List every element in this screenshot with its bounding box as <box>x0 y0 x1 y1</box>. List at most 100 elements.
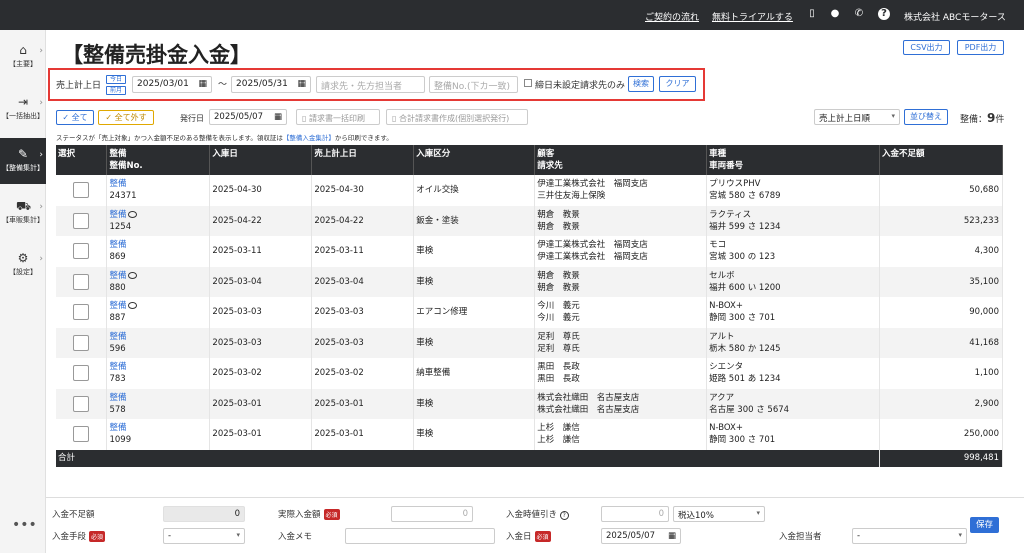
sort-select[interactable]: 売上計上日順 ▾ <box>814 109 900 125</box>
csv-export-button[interactable]: CSV出力 <box>903 40 950 55</box>
sale-date-cell: 2025-03-01 <box>311 419 415 450</box>
sidebar-item-settings[interactable]: ⚙ › 【設定】 <box>0 242 46 288</box>
row-checkbox[interactable] <box>73 334 90 351</box>
actual-amount-input[interactable]: 0 <box>391 506 473 522</box>
maintenance-no: 783 <box>109 374 126 385</box>
vehicle-model: アルト <box>709 331 735 342</box>
chevron-down-icon: ▾ <box>756 509 760 517</box>
billing-search-input[interactable]: 請求先・先方担当者 <box>316 76 425 93</box>
home-icon: ⌂ <box>19 43 27 57</box>
wrench-icon: ✎ <box>17 147 29 161</box>
phone-icon[interactable]: ✆ <box>853 8 865 20</box>
maintenance-link[interactable]: 整備 <box>109 393 126 403</box>
maintenance-link[interactable]: 整備 <box>109 423 126 433</box>
shortage-cell: 2,900 <box>879 388 1004 419</box>
discount-input[interactable]: 0 <box>601 506 669 522</box>
help-icon[interactable]: ? <box>559 511 569 520</box>
in-date-cell: 2025-04-22 <box>209 205 313 236</box>
total-row: 合計 998,481 <box>56 449 1004 467</box>
billing-name: 黒田 長政 <box>537 374 580 385</box>
search-button[interactable]: 検索 <box>628 76 654 92</box>
in-date-cell: 2025-04-30 <box>209 175 313 206</box>
row-checkbox[interactable] <box>73 365 90 382</box>
row-checkbox[interactable] <box>73 273 90 290</box>
select-all-button[interactable]: ✓ 全て <box>56 110 94 125</box>
maintenance-link[interactable]: 整備 <box>109 301 126 311</box>
vehicle-cell: アクア 名古屋 300 さ 5674 <box>706 388 880 419</box>
row-checkbox[interactable] <box>73 426 90 443</box>
table-row: 整備 596 2025-03-03 2025-03-03 車検 足利 尊氏 足利 尊氏 アルト… <box>56 327 1004 358</box>
shortage-cell: 523,233 <box>879 205 1004 236</box>
deselect-all-button[interactable]: ✓ 全て外す <box>98 110 154 125</box>
gear-icon: ⚙ <box>17 251 29 265</box>
category-cell: 鈑金・塗装 <box>413 205 536 236</box>
plate-number: 宮城 580 さ 6789 <box>709 191 781 202</box>
plate-number: 宮城 300 の 123 <box>709 252 776 263</box>
comment-icon[interactable] <box>128 210 138 218</box>
issue-date-input[interactable]: 2025/05/07 ▦ <box>209 109 287 125</box>
more-icon[interactable]: ••• <box>12 517 37 533</box>
method-select[interactable]: - ▾ <box>163 528 245 544</box>
customer-cell: 今川 義元 今川 義元 <box>534 297 708 328</box>
header-maintenance: 整備 整備No. <box>106 145 211 175</box>
prev-month-button[interactable]: 前月 <box>106 86 126 95</box>
today-button[interactable]: 今日 <box>106 75 126 84</box>
shortage-cell: 35,100 <box>879 266 1004 297</box>
date-to-input[interactable]: 2025/05/31 ▦ <box>231 76 311 93</box>
table-row: 整備 1099 2025-03-01 2025-03-01 車検 上杉 謙信 上杉 謙信 N-… <box>56 419 1004 450</box>
row-checkbox[interactable] <box>73 182 90 199</box>
row-checkbox[interactable] <box>73 212 90 229</box>
bulk-print-button[interactable]: ▯ 請求書一括印刷 <box>296 109 380 125</box>
discount-label: 入金時値引き ? <box>506 508 569 520</box>
date-from-input[interactable]: 2025/03/01 ▦ <box>132 76 212 93</box>
maintenance-link[interactable]: 整備 <box>109 362 126 372</box>
row-checkbox[interactable] <box>73 395 90 412</box>
maintenance-link[interactable]: 整備 <box>109 332 126 342</box>
category-cell: 車検 <box>413 419 536 450</box>
table-row: 整備 24371 2025-04-30 2025-04-30 オイル交換 伊達工業株式会社… <box>56 175 1004 206</box>
document-icon[interactable]: ▯ <box>806 8 818 20</box>
select-cell <box>56 297 108 328</box>
payment-date-input[interactable]: 2025/05/07 ▦ <box>601 528 681 544</box>
maintenance-payment-summary-link[interactable]: 【整備入金集計】 <box>283 134 335 142</box>
combined-invoice-button[interactable]: ▯ 合計請求書作成(個別選択発行) <box>386 109 528 125</box>
chat-icon[interactable]: ● <box>829 8 841 20</box>
maintenance-no-input[interactable]: 整備No.(下カ一致) <box>429 76 518 93</box>
memo-input[interactable] <box>345 528 495 544</box>
sale-date-cell: 2025-04-22 <box>311 205 415 236</box>
billing-name: 足利 尊氏 <box>537 343 580 354</box>
row-checkbox[interactable] <box>73 304 90 321</box>
clear-button[interactable]: クリア <box>659 76 696 92</box>
customer-cell: 上杉 謙信 上杉 謙信 <box>534 419 708 450</box>
sidebar-item-export[interactable]: ⇥ › 【一括抽出】 <box>0 86 46 132</box>
sidebar-item-main[interactable]: ⌂ › 【主要】 <box>0 34 46 80</box>
pdf-export-button[interactable]: PDF出力 <box>957 40 1004 55</box>
comment-icon[interactable] <box>128 271 138 279</box>
table-row: 整備 887 2025-03-03 2025-03-03 エアコン修理 今川 義元 今川 義… <box>56 297 1004 328</box>
category-cell: 車検 <box>413 388 536 419</box>
staff-select[interactable]: - ▾ <box>852 528 967 544</box>
select-cell <box>56 236 108 267</box>
row-checkbox[interactable] <box>73 243 90 260</box>
maintenance-link[interactable]: 整備 <box>109 271 126 281</box>
reorder-button[interactable]: 並び替え <box>904 109 948 125</box>
free-trial-link[interactable]: 無料トライアルする <box>712 10 793 23</box>
maintenance-link[interactable]: 整備 <box>109 210 126 220</box>
closing-checkbox[interactable] <box>524 79 532 87</box>
table-row: 整備 578 2025-03-01 2025-03-01 車検 株式会社織田 名古屋支店株… <box>56 388 1004 419</box>
vehicle-cell: モコ 宮城 300 の 123 <box>706 236 880 267</box>
header-shortage: 入金不足額 <box>879 145 1004 175</box>
sidebar-item-maintenance[interactable]: ✎ › 【整備集計】 <box>0 138 46 184</box>
vehicle-model: プリウスPHV <box>709 179 761 190</box>
save-button[interactable]: 保存 <box>970 517 999 533</box>
vehicle-cell: ラクティス 福井 599 さ 1234 <box>706 205 880 236</box>
help-icon[interactable]: ? <box>878 8 890 20</box>
maintenance-link[interactable]: 整備 <box>109 179 126 189</box>
receivables-table: 選択 整備 整備No. 入庫日 売上計上日 入庫区分 顧客 請求先 車種 車両番号 入… <box>56 145 1004 467</box>
contract-flow-link[interactable]: ご契約の流れ <box>645 10 699 23</box>
sidebar-item-sales[interactable]: ⛟ › 【車販集計】 <box>0 190 46 236</box>
comment-icon[interactable] <box>128 302 138 310</box>
vehicle-cell: N-BOX+ 静岡 300 さ 701 <box>706 297 880 328</box>
maintenance-link[interactable]: 整備 <box>109 240 126 250</box>
tax-select[interactable]: 税込10% ▾ <box>673 506 765 522</box>
